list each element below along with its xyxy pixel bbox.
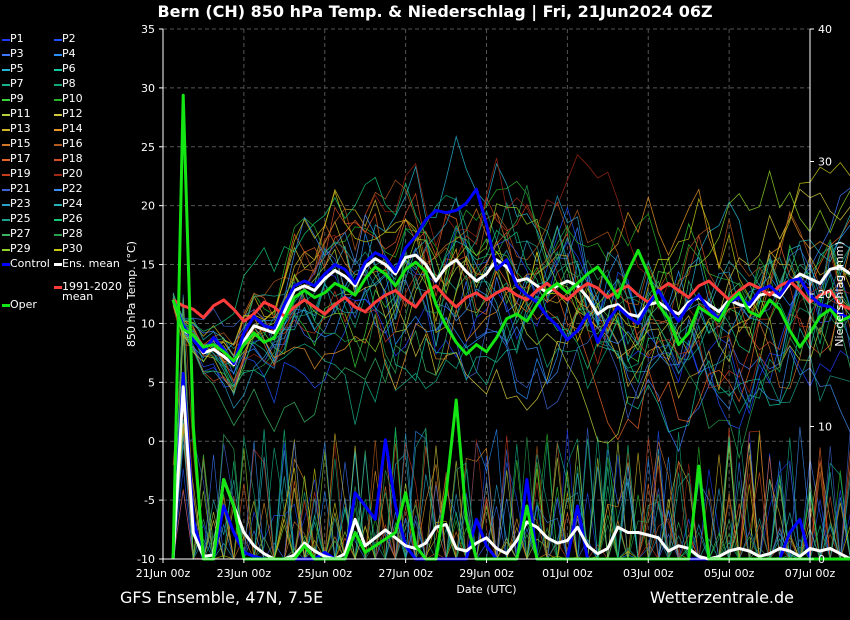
legend-swatch: [2, 249, 10, 251]
legend-label: P2: [62, 32, 76, 45]
tick-label-right: 10: [818, 421, 832, 434]
tick-label-left: -10: [137, 553, 155, 566]
legend-label: 1991-2020 mean: [62, 280, 122, 303]
tick-label-x: 03Jul 00z: [623, 567, 674, 580]
tick-label-left: 10: [141, 317, 155, 330]
legend-swatch: [54, 263, 62, 266]
legend-label: P24: [62, 197, 83, 210]
legend-label: P28: [62, 227, 83, 240]
footer-model-info: GFS Ensemble, 47N, 7.5E: [120, 588, 324, 607]
legend-label: P27: [10, 227, 31, 240]
legend-swatch: [2, 263, 10, 266]
legend-label: P12: [62, 107, 83, 120]
legend-swatch: [54, 69, 62, 71]
legend-swatch: [2, 69, 10, 71]
tick-label-x: 23Jun 00z: [217, 567, 272, 580]
tick-label-x: 05Jul 00z: [704, 567, 755, 580]
tick-label-x: 01Jul 00z: [542, 567, 593, 580]
legend-label: P9: [10, 92, 24, 105]
legend-swatch: [2, 174, 10, 176]
tick-label-left: 0: [148, 435, 155, 448]
legend-swatch: [2, 114, 10, 116]
tick-label-x: 27Jun 00z: [378, 567, 433, 580]
y-axis-label-right: Niederschlag (mm): [833, 241, 846, 346]
legend-label: P16: [62, 137, 83, 150]
legend-swatch: [54, 54, 62, 56]
legend-label: P20: [62, 167, 83, 180]
legend-swatch: [54, 204, 62, 206]
tick-label-right: 30: [818, 156, 832, 169]
legend-label: P5: [10, 62, 24, 75]
tick-label-x: 25Jun 00z: [298, 567, 353, 580]
legend-swatch: [2, 144, 10, 146]
chart-title: Bern (CH) 850 hPa Temp. & Niederschlag |…: [157, 2, 713, 21]
tick-label-right: 40: [818, 23, 832, 36]
legend-swatch: [54, 189, 62, 191]
legend-swatch: [2, 84, 10, 86]
legend-label: P4: [62, 47, 76, 60]
legend-swatch: [54, 144, 62, 146]
chart: -10 -5 0 5 10 15 20 25 30 35 0 10 20 30 40 21Jun 00z 23J…: [125, 23, 850, 596]
legend-swatch: [2, 99, 10, 101]
legend-label: P18: [62, 152, 83, 165]
legend-label: Control: [10, 257, 50, 270]
tick-label-right: 0: [818, 553, 825, 566]
legend-swatch: [54, 219, 62, 221]
tick-label-x: 21Jun 00z: [136, 567, 191, 580]
tick-label-left: 20: [141, 200, 155, 213]
legend-swatch: [54, 99, 62, 101]
tick-label-x: 29Jun 00z: [459, 567, 514, 580]
legend-label: P8: [62, 77, 76, 90]
legend-label: P11: [10, 107, 31, 120]
legend-label: P23: [10, 197, 31, 210]
legend-swatch: [2, 204, 10, 206]
legend-label: P26: [62, 212, 83, 225]
tick-label-left: -5: [144, 494, 155, 507]
legend-swatch: [54, 174, 62, 176]
legend-label: P29: [10, 242, 31, 255]
legend-label: Ens. mean: [62, 257, 120, 270]
tick-label-left: 35: [141, 23, 155, 36]
y-axis-label-left: 850 hPa Temp. (°C): [125, 241, 138, 347]
legend-label: P7: [10, 77, 24, 90]
tick-label-x: 07Jul 00z: [785, 567, 836, 580]
legend-swatch: [2, 159, 10, 161]
legend-swatch: [2, 39, 10, 41]
legend-label: P22: [62, 182, 83, 195]
legend-swatch: [2, 234, 10, 236]
legend-label: P21: [10, 182, 31, 195]
legend-swatch: [2, 54, 10, 56]
legend-swatch: [54, 114, 62, 116]
legend-label: P13: [10, 122, 31, 135]
tick-label-left: 30: [141, 82, 155, 95]
legend-swatch: [2, 304, 10, 307]
legend-label: Oper: [10, 298, 37, 311]
legend-swatch: [54, 234, 62, 236]
tick-label-left: 5: [148, 376, 155, 389]
tick-label-left: 15: [141, 259, 155, 272]
legend-label: P14: [62, 122, 83, 135]
footer-site-name: Wetterzentrale.de: [649, 588, 794, 607]
legend-swatch: [54, 129, 62, 131]
legend-label: P30: [62, 242, 83, 255]
tick-label-right: 20: [818, 288, 832, 301]
legend-swatch: [2, 189, 10, 191]
legend-swatch: [54, 159, 62, 161]
legend-swatch: [54, 39, 62, 41]
legend-label: P19: [10, 167, 31, 180]
legend-swatch: [54, 249, 62, 251]
legend-swatch: [2, 219, 10, 221]
legend-label: P17: [10, 152, 31, 165]
legend-swatch: [54, 84, 62, 86]
legend-swatch: [54, 286, 62, 289]
legend-label: P15: [10, 137, 31, 150]
legend-label: P10: [62, 92, 83, 105]
legend-label: P1: [10, 32, 24, 45]
x-axis-label: Date (UTC): [456, 583, 516, 596]
legend-label: P3: [10, 47, 24, 60]
legend-label: P25: [10, 212, 31, 225]
legend-label: P6: [62, 62, 76, 75]
tick-label-left: 25: [141, 141, 155, 154]
legend-swatch: [2, 129, 10, 131]
